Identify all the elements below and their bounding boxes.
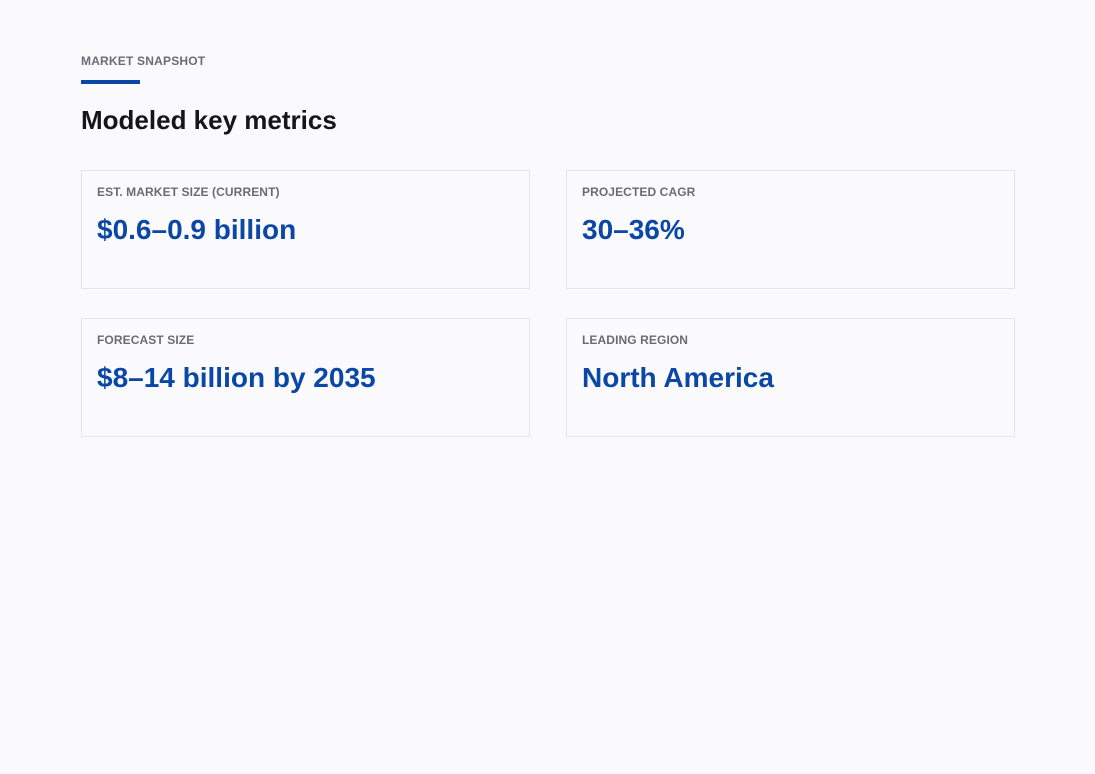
eyebrow-accent-rule <box>81 80 140 84</box>
metric-label: FORECAST SIZE <box>97 333 195 347</box>
metric-card-market-size: EST. MARKET SIZE (CURRENT) $0.6–0.9 bill… <box>81 170 530 289</box>
metric-label: PROJECTED CAGR <box>582 185 696 199</box>
metrics-grid: EST. MARKET SIZE (CURRENT) $0.6–0.9 bill… <box>81 170 1015 437</box>
metric-value: $8–14 billion by 2035 <box>97 362 376 393</box>
page-title: Modeled key metrics <box>81 105 337 135</box>
market-snapshot-section: MARKET SNAPSHOT Modeled key metrics EST.… <box>81 54 1015 437</box>
metric-label: EST. MARKET SIZE (CURRENT) <box>97 185 280 199</box>
section-eyebrow: MARKET SNAPSHOT <box>81 54 206 68</box>
metric-card-forecast-size: FORECAST SIZE $8–14 billion by 2035 <box>81 318 530 437</box>
metric-card-leading-region: LEADING REGION North America <box>566 318 1015 437</box>
metric-value: 30–36% <box>582 214 685 245</box>
metric-label: LEADING REGION <box>582 333 689 347</box>
metric-card-cagr: PROJECTED CAGR 30–36% <box>566 170 1015 289</box>
metric-value: $0.6–0.9 billion <box>97 214 297 245</box>
metric-value: North America <box>582 362 774 393</box>
